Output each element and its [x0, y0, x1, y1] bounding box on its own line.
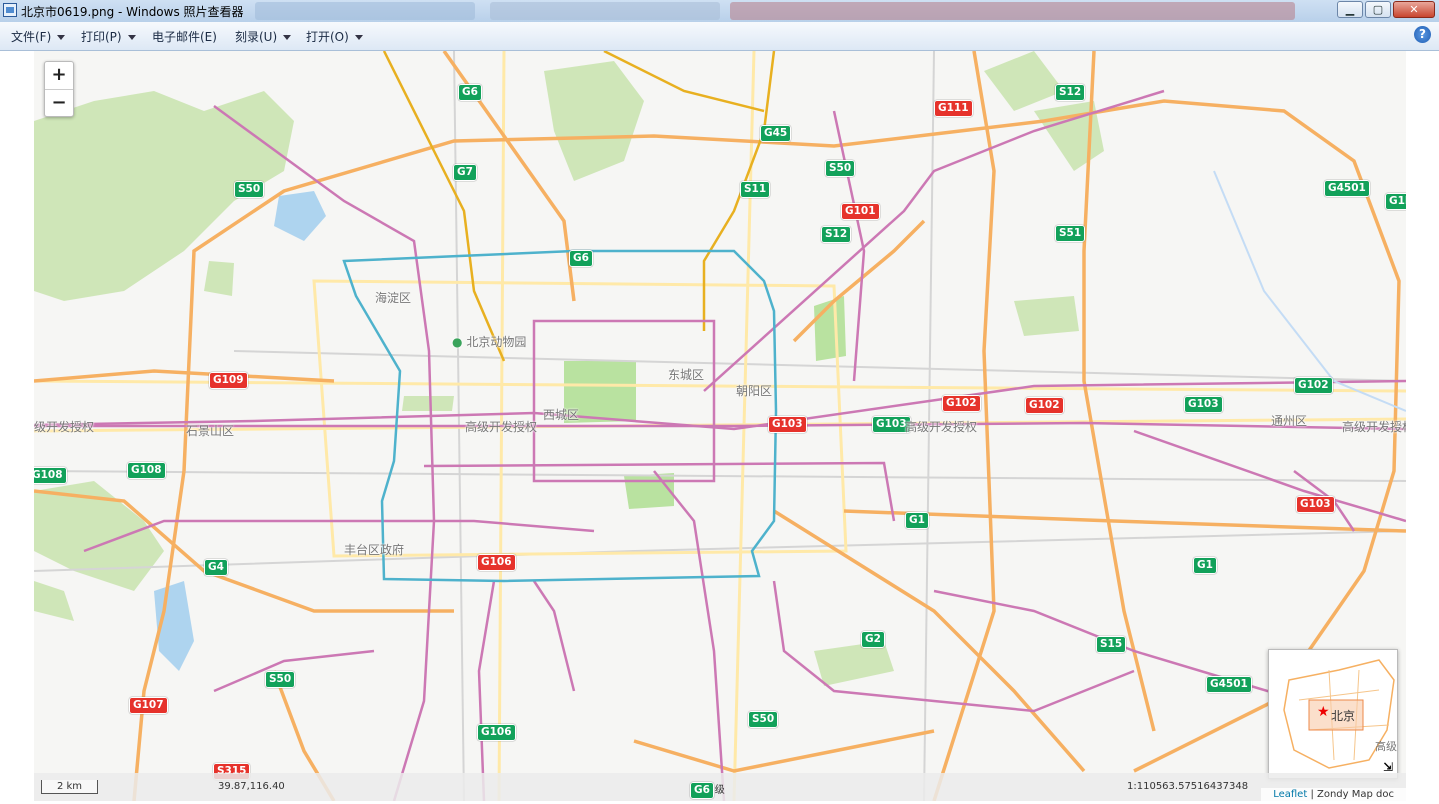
zoom-control: + − [44, 61, 74, 117]
photo-viewer-app-icon [3, 3, 17, 17]
close-button[interactable]: ✕ [1393, 1, 1435, 18]
route-shield: G4 [204, 559, 228, 576]
route-shield: G103 [768, 416, 807, 433]
watermark-label: 高级开发授权 [905, 420, 978, 434]
district-label: 石景山区 [186, 424, 235, 438]
road-map-graphic [34, 51, 1406, 801]
route-shield: G107 [129, 697, 168, 714]
background-tab-ghost [730, 2, 1295, 20]
menu-file-label: 文件(F) [11, 30, 52, 44]
route-shield: G6 [458, 84, 482, 101]
route-shield: G6 [569, 250, 593, 267]
route-shield: G111 [934, 100, 973, 117]
zoom-in-button[interactable]: + [45, 62, 73, 90]
route-shield: S12 [821, 226, 852, 243]
chevron-down-icon [127, 35, 136, 40]
route-shield: S51 [1055, 225, 1086, 242]
route-shield: S11 [740, 181, 771, 198]
image-viewport: + − G6 G7 S50 G45 S11 S50 G111 S12 G101 … [0, 51, 1439, 804]
minimap-toggle-icon[interactable]: ⇲ [1383, 760, 1393, 774]
route-shield: S50 [265, 671, 296, 688]
route-shield: G1 [905, 512, 929, 529]
route-shield: G4501 [1206, 676, 1252, 693]
poi-label-zoo: ● 北京动物园 [452, 333, 526, 350]
route-shield: S50 [234, 181, 265, 198]
route-shield: S50 [825, 160, 856, 177]
district-label: 朝阳区 [736, 384, 773, 398]
chevron-down-icon [57, 35, 66, 40]
background-tab-ghost [255, 2, 475, 20]
route-shield: G7 [453, 164, 477, 181]
scale-bar: 2 km [41, 780, 98, 794]
city-star-icon: ★ [1317, 704, 1330, 720]
route-shield: G102 [1294, 377, 1333, 394]
minimap-watermark: 高级 [1375, 740, 1397, 753]
background-tab-ghost [490, 2, 720, 20]
route-shield: G1N [1385, 193, 1406, 210]
help-icon[interactable]: ? [1414, 26, 1431, 43]
zoom-out-button[interactable]: − [45, 90, 73, 117]
menu-email-label: 电子邮件(E) [152, 30, 217, 44]
menu-print[interactable]: 打印(P) [81, 28, 136, 45]
government-label: 丰台区政府 [344, 543, 405, 557]
route-shield: G102 [942, 395, 981, 412]
menu-print-label: 打印(P) [81, 30, 122, 44]
minimize-button[interactable]: ▁ [1337, 1, 1363, 18]
cursor-coordinates: 39.87,116.40 [218, 781, 285, 792]
poi-zoo-name: 北京动物园 [466, 335, 527, 349]
maximize-button[interactable]: ▢ [1365, 1, 1391, 18]
route-shield: G2 [861, 631, 885, 648]
route-shield: S50 [748, 711, 779, 728]
route-shield: G106 [477, 554, 516, 571]
map-scale-ratio: 1:110563.57516437348 [1127, 781, 1249, 792]
route-shield: S15 [1096, 636, 1127, 653]
map-attribution: Leaflet | Zondy Map doc [1261, 788, 1406, 801]
menu-bar: 文件(F) 打印(P) 电子邮件(E) 刻录(U) 打开(O) [0, 22, 1439, 51]
route-shield: G101 [841, 203, 880, 220]
route-shield: G4501 [1324, 180, 1370, 197]
zoo-icon: ● [452, 335, 463, 349]
menu-file[interactable]: 文件(F) [11, 28, 66, 45]
watermark-label: 高级开发授权 [1342, 420, 1406, 434]
menu-email[interactable]: 电子邮件(E) [152, 28, 217, 45]
route-shield: G103 [1296, 496, 1335, 513]
route-shield: G106 [477, 724, 516, 741]
district-label: 海淀区 [375, 291, 412, 305]
menu-burn-label: 刻录(U) [235, 30, 278, 44]
route-shield: G108 [34, 467, 67, 484]
route-shield: G103 [1184, 396, 1223, 413]
district-label: 通州区 [1271, 414, 1308, 428]
menu-open[interactable]: 打开(O) [306, 28, 363, 45]
attribution-separator: | [1307, 789, 1317, 800]
route-shield: S12 [1055, 84, 1086, 101]
chevron-down-icon [283, 35, 292, 40]
route-shield: G108 [127, 462, 166, 479]
watermark-label: 级开发授权 [34, 420, 95, 434]
minimap-city-label: 北京 [1331, 709, 1356, 723]
route-shield: G45 [760, 125, 792, 142]
overview-minimap[interactable]: ★ 北京 高级 ⇲ [1268, 649, 1398, 779]
window-title: 北京市0619.png - Windows 照片查看器 [21, 5, 244, 19]
map-image: + − G6 G7 S50 G45 S11 S50 G111 S12 G101 … [34, 51, 1406, 801]
menu-open-label: 打开(O) [306, 30, 349, 44]
leaflet-link[interactable]: Leaflet [1273, 789, 1307, 800]
title-bar: 北京市0619.png - Windows 照片查看器 ▁ ▢ ✕ [0, 0, 1439, 23]
route-shield: G109 [209, 372, 248, 389]
menu-burn[interactable]: 刻录(U) [235, 28, 292, 45]
district-label: 西城区 [543, 408, 580, 422]
route-shield: G6 [690, 782, 714, 799]
watermark-label: 高级开发授权 [465, 420, 538, 434]
attribution-text: Zondy Map doc [1317, 789, 1394, 800]
district-label: 东城区 [668, 368, 705, 382]
route-shield: G102 [1025, 397, 1064, 414]
route-shield: G1 [1193, 557, 1217, 574]
map-status-bar: 2 km 39.87,116.40 第12级 1:110563.57516437… [34, 773, 1406, 801]
chevron-down-icon [354, 35, 363, 40]
